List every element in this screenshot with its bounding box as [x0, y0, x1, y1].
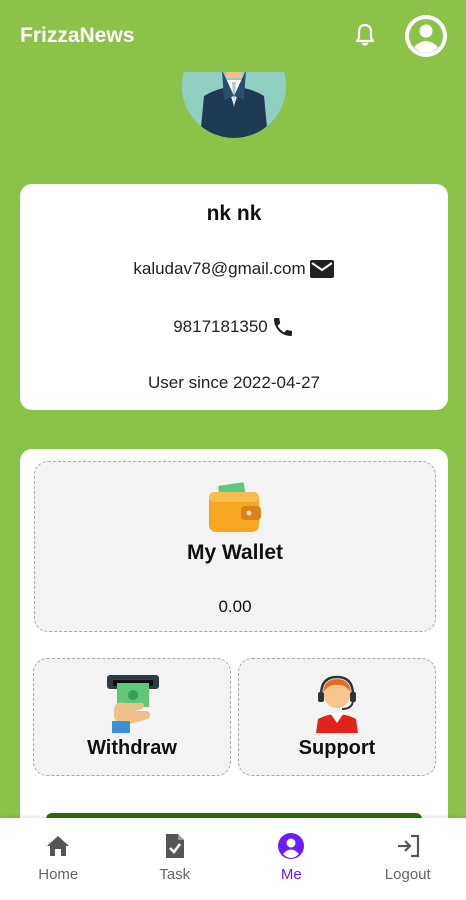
nav-home[interactable]: Home — [0, 818, 117, 900]
phone-text: 9817181350 — [173, 317, 268, 336]
nav-me[interactable]: Me — [233, 818, 350, 900]
email-text: kaludav78@gmail.com — [133, 259, 306, 278]
app-title: FrizzaNews — [20, 24, 135, 47]
wallet-label: My Wallet — [186, 541, 284, 564]
email-icon — [309, 258, 335, 280]
user-since-text: User since 2022-04-27 — [148, 373, 320, 392]
cash-withdraw-icon — [104, 671, 162, 733]
wallet-icon — [205, 480, 263, 538]
profile-name: nk nk — [206, 202, 262, 225]
nav-home-label: Home — [38, 866, 79, 883]
support-agent-icon — [308, 671, 366, 733]
nav-logout-label: Logout — [384, 866, 431, 883]
notification-bell-icon[interactable] — [352, 22, 378, 48]
phone-icon — [271, 315, 295, 339]
nav-task[interactable]: Task — [117, 818, 234, 900]
email-row: kaludav78@gmail.com — [20, 258, 448, 280]
support-label: Support — [298, 737, 376, 759]
app-bar: FrizzaNews — [0, 0, 466, 72]
support-button[interactable]: Support — [238, 658, 436, 776]
nav-logout[interactable]: Logout — [350, 818, 466, 900]
task-icon — [161, 832, 189, 860]
nav-me-label: Me — [280, 866, 302, 883]
bottom-navigation: Home Task Me Logout — [0, 818, 466, 900]
nav-task-label: Task — [159, 866, 191, 883]
account-circle-icon — [277, 832, 305, 860]
profile-avatar — [182, 72, 286, 138]
home-icon — [44, 832, 72, 860]
wallet-amount: 0.00 — [218, 597, 252, 616]
phone-row: 9817181350 — [20, 315, 448, 339]
withdraw-label: Withdraw — [87, 737, 177, 759]
logout-icon — [394, 832, 422, 860]
withdraw-button[interactable]: Withdraw — [33, 658, 231, 776]
account-circle-icon[interactable] — [403, 13, 449, 59]
